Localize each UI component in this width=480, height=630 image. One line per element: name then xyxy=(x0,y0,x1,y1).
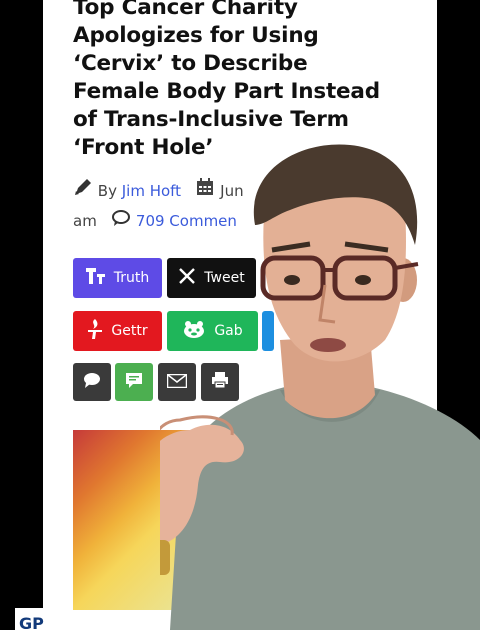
share-truth-button[interactable]: Truth xyxy=(73,258,162,298)
chat-share-button[interactable] xyxy=(73,363,111,401)
logo-text: GP xyxy=(19,614,44,630)
sms-icon xyxy=(125,371,143,393)
video-frame: Top Cancer Charity Apologizes for Using … xyxy=(0,0,480,630)
presenter-overlay xyxy=(160,144,480,630)
headline-line: Apologizes for Using xyxy=(73,23,319,48)
chat-icon xyxy=(82,371,102,393)
pencil-icon xyxy=(73,177,93,207)
share-gettr-button[interactable]: Gettr xyxy=(73,311,162,351)
headline-line: ‘Cervix’ to Describe xyxy=(73,51,308,76)
sms-share-button[interactable] xyxy=(115,363,153,401)
share-truth-label: Truth xyxy=(113,270,150,286)
comment-icon xyxy=(111,207,131,237)
gettr-icon xyxy=(87,318,103,344)
article-headline: Top Cancer Charity Apologizes for Using … xyxy=(73,0,433,162)
byline-by: By xyxy=(97,182,117,200)
publish-time: am xyxy=(73,212,97,230)
truth-social-icon xyxy=(85,267,106,289)
site-logo: GP xyxy=(15,608,55,630)
headline-line: of Trans-Inclusive Term xyxy=(73,107,349,132)
headline-line: Female Body Part Instead xyxy=(73,79,380,104)
headline-line: Top Cancer Charity xyxy=(73,0,298,20)
share-gettr-label: Gettr xyxy=(111,323,148,339)
